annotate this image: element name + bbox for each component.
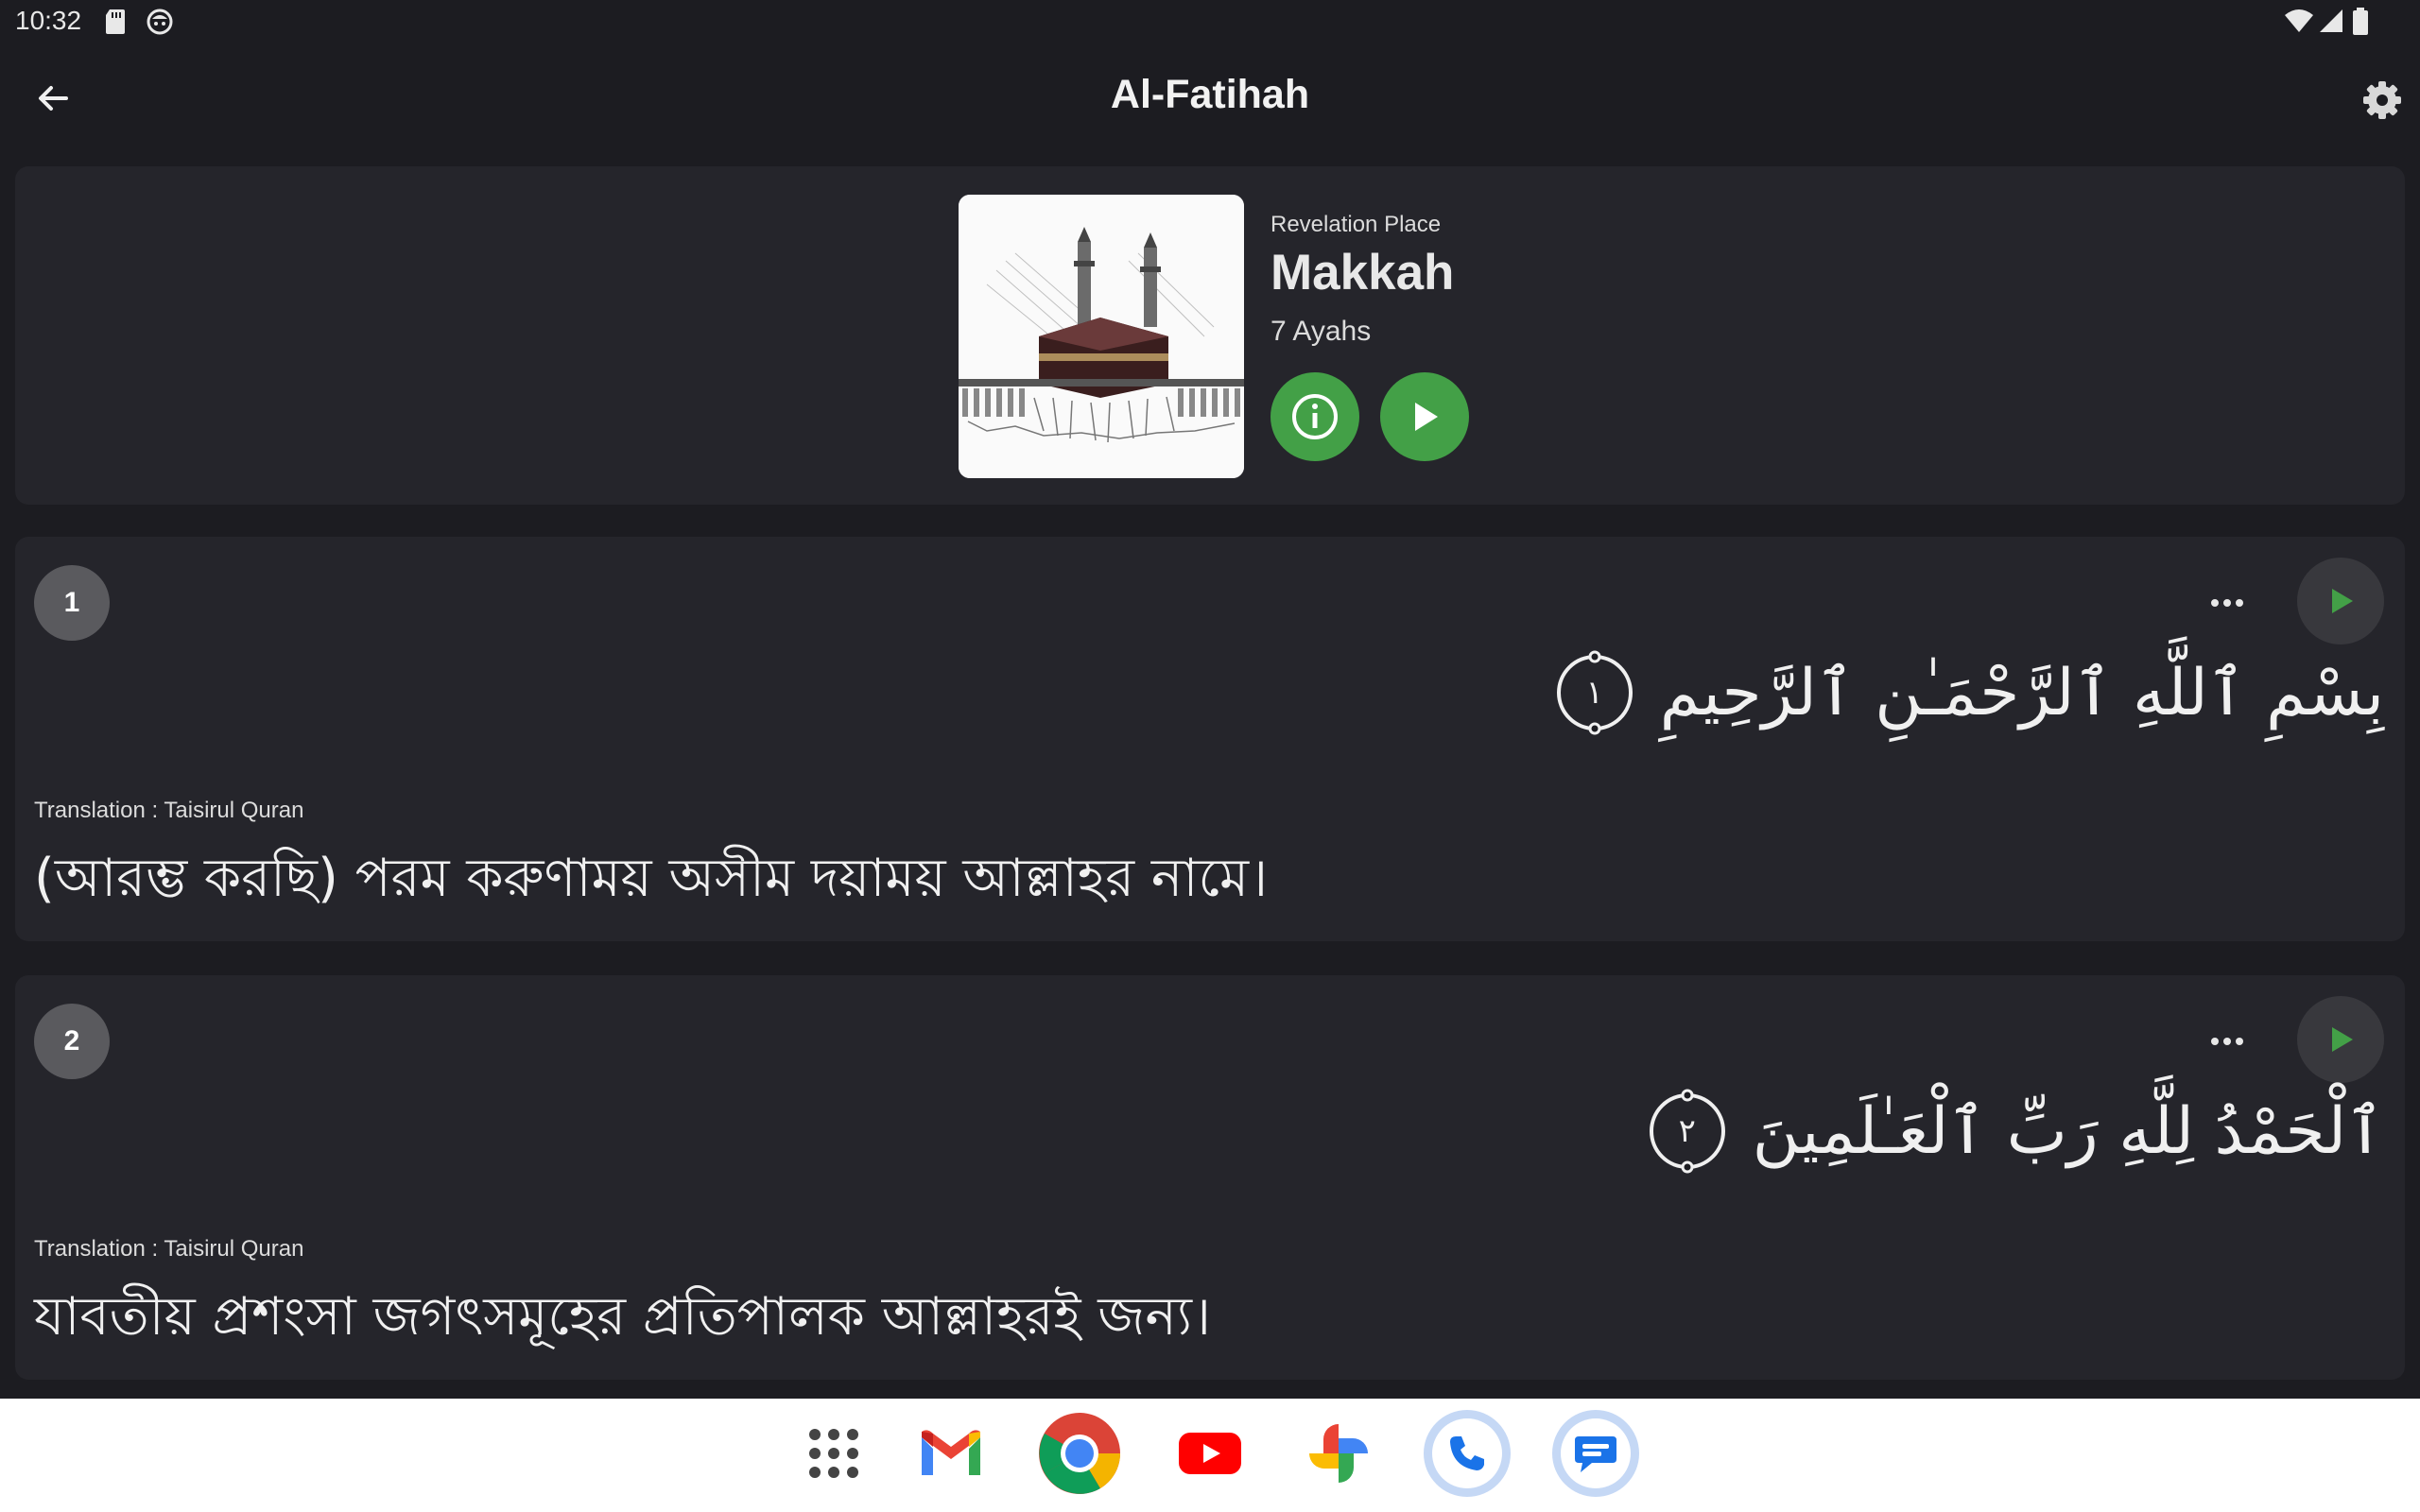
ayah-end-marker: ٢ <box>1645 1089 1730 1174</box>
kaaba-sketch-icon <box>959 195 1244 478</box>
phone-icon <box>1450 1436 1484 1470</box>
chrome-app[interactable] <box>1036 1410 1123 1497</box>
messages-icon <box>1575 1436 1616 1472</box>
play-icon <box>1415 403 1438 431</box>
translation-label: Translation : Taisirul Quran <box>34 798 304 823</box>
play-surah-button[interactable] <box>1380 372 1469 461</box>
info-icon <box>1292 394 1338 439</box>
youtube-app[interactable] <box>1167 1410 1253 1497</box>
settings-button[interactable] <box>2352 72 2412 129</box>
arabic-text: ٱلْحَمْدُ لِلَّهِ رَبِّ ٱلْعَـٰلَمِينَ <box>1752 1094 2384 1169</box>
status-time: 10:32 <box>15 6 82 35</box>
revelation-place: Makkah <box>1270 245 1455 301</box>
youtube-icon <box>1179 1433 1241 1474</box>
verse-play-button[interactable] <box>2297 996 2384 1083</box>
verse-play-button[interactable] <box>2297 558 2384 644</box>
sd-card-icon <box>106 9 125 34</box>
revelation-label: Revelation Place <box>1270 212 1442 237</box>
surah-info-button[interactable] <box>1270 372 1359 461</box>
surah-info-card: Revelation Place Makkah 7 Ayahs <box>15 166 2405 505</box>
verse-more-button[interactable] <box>2199 582 2256 624</box>
app-bar: Al-Fatihah <box>0 47 2420 147</box>
signal-icon <box>2320 9 2342 32</box>
verse-number-badge: 2 <box>34 1004 110 1079</box>
play-icon <box>2332 1027 2353 1052</box>
battery-icon <box>2353 8 2368 35</box>
phone-icon-bg <box>1432 1418 1502 1488</box>
translation-text: যাবতীয় প্রশংসা জগৎসমূহের প্রতিপালক আল্ল… <box>34 1286 1212 1348</box>
translation-label: Translation : Taisirul Quran <box>34 1236 304 1262</box>
gear-icon <box>2363 81 2401 119</box>
apps-grid-icon <box>809 1429 858 1478</box>
app-drawer-button[interactable] <box>790 1410 877 1497</box>
page-title: Al-Fatihah <box>1110 72 1310 117</box>
ayah-marker-number: ٢ <box>1678 1112 1696 1150</box>
more-horizontal-icon <box>2211 599 2243 607</box>
verse-card: 1 بِسْمِ ٱللَّهِ ٱلرَّحْمَـٰنِ ٱلرَّحِيم… <box>15 537 2405 941</box>
ayah-count: 7 Ayahs <box>1270 316 1372 347</box>
messages-icon-bg <box>1561 1418 1631 1488</box>
taskbar <box>0 1399 2420 1512</box>
play-icon <box>2332 589 2353 613</box>
chrome-icon <box>1039 1413 1120 1494</box>
wifi-icon <box>2285 9 2313 32</box>
status-bar: 10:32 <box>0 0 2420 47</box>
photos-app[interactable] <box>1295 1410 1382 1497</box>
verse-arabic: بِسْمِ ٱللَّهِ ٱلرَّحْمَـٰنِ ٱلرَّحِيمِ … <box>1552 650 2384 735</box>
face-notification-icon <box>147 9 173 35</box>
kaaba-image <box>959 195 1244 478</box>
verse-more-button[interactable] <box>2199 1021 2256 1062</box>
phone-app[interactable] <box>1424 1410 1511 1497</box>
ayah-marker-number: ١ <box>1585 674 1603 712</box>
more-horizontal-icon <box>2211 1038 2243 1045</box>
verse-card: 2 ٱلْحَمْدُ لِلَّهِ رَبِّ ٱلْعَـٰلَمِينَ… <box>15 975 2405 1380</box>
gmail-icon <box>922 1430 980 1475</box>
translation-text: (আরম্ভ করছি) পরম করুণাময় অসীম দয়াময় আ… <box>34 848 1269 909</box>
photos-icon <box>1309 1424 1368 1483</box>
messages-app[interactable] <box>1552 1410 1639 1497</box>
arabic-text: بِسْمِ ٱللَّهِ ٱلرَّحْمَـٰنِ ٱلرَّحِيمِ <box>1659 656 2384 730</box>
verse-number-badge: 1 <box>34 565 110 641</box>
gmail-app[interactable] <box>908 1410 994 1497</box>
verse-arabic: ٱلْحَمْدُ لِلَّهِ رَبِّ ٱلْعَـٰلَمِينَ ٢ <box>1645 1089 2384 1174</box>
ayah-end-marker: ١ <box>1552 650 1637 735</box>
